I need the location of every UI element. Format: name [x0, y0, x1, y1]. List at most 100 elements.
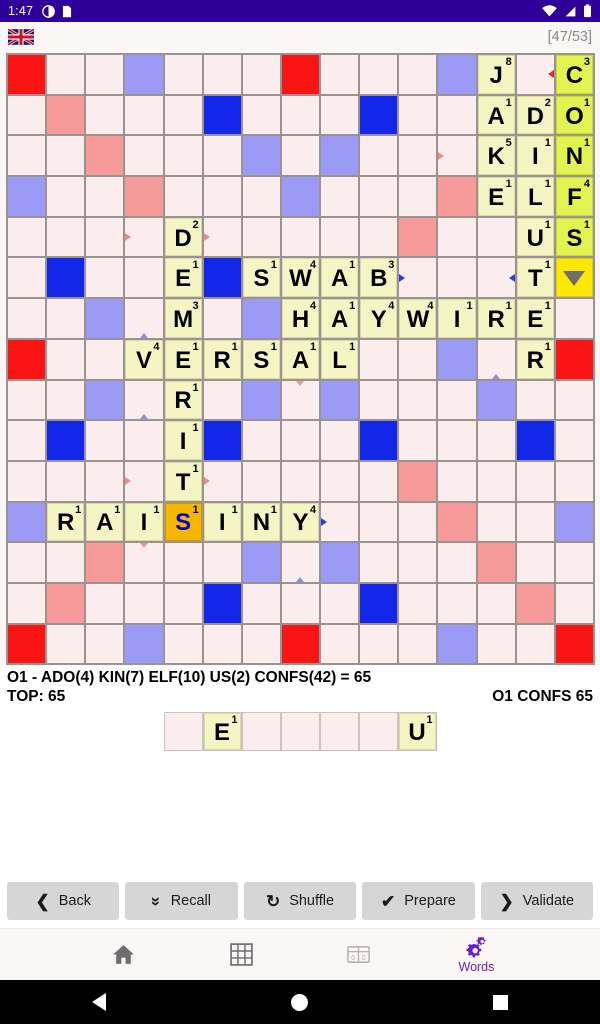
board-cell-r2-c11[interactable]	[399, 95, 437, 135]
board-cell-r2-c1[interactable]	[8, 95, 46, 135]
board-cell-r6-c3[interactable]	[86, 258, 124, 298]
board-cell-r1-c13[interactable]: J8	[477, 55, 515, 94]
board-cell-r9-c7[interactable]	[242, 380, 280, 420]
board-tile[interactable]: V4	[125, 339, 163, 379]
board-cell-r7-c15[interactable]	[555, 299, 593, 338]
board-cell-r7-c9[interactable]: A1	[321, 299, 359, 338]
shuffle-button[interactable]: ↻ Shuffle	[243, 882, 357, 920]
board-cell-r13-c13[interactable]	[477, 543, 515, 582]
board-cell-r1-c5[interactable]	[164, 55, 202, 94]
board-tile[interactable]: R1	[516, 339, 554, 379]
board-cell-r5-c11[interactable]	[399, 217, 437, 257]
board-cell-r10-c5[interactable]: I1	[164, 421, 202, 460]
board-cell-r7-c3[interactable]	[86, 299, 124, 338]
rack-slot-1[interactable]	[164, 712, 202, 750]
board-cell-r12-c2[interactable]: R1	[47, 502, 85, 542]
board-tile[interactable]: A1	[321, 258, 359, 298]
board-cell-r13-c4[interactable]	[125, 543, 163, 582]
recall-button[interactable]: » Recall	[125, 882, 238, 920]
board-cell-r2-c5[interactable]	[164, 95, 202, 135]
board-cell-r12-c1[interactable]	[8, 502, 46, 542]
board-cell-r1-c1[interactable]	[8, 55, 46, 94]
board-tile[interactable]: L1	[516, 177, 554, 216]
board-cell-r13-c8[interactable]	[281, 543, 320, 582]
board-tile[interactable]: C3	[555, 55, 593, 94]
board-tile[interactable]: S1	[555, 217, 593, 257]
board-cell-r10-c7[interactable]	[242, 421, 280, 460]
board-cell-r12-c12[interactable]	[438, 502, 476, 542]
board-cell-r15-c14[interactable]	[516, 624, 554, 664]
board-cell-r8-c12[interactable]	[438, 339, 476, 379]
board-cell-r8-c14[interactable]: R1	[516, 339, 554, 379]
board-cell-r7-c10[interactable]: Y4	[360, 299, 398, 338]
board-cell-r12-c3[interactable]: A1	[86, 502, 124, 542]
board-cell-r1-c15[interactable]: C3	[555, 55, 593, 94]
board-cell-r5-c3[interactable]	[86, 217, 124, 257]
board-cell-r14-c8[interactable]	[281, 583, 320, 623]
board-cell-r2-c14[interactable]: D2	[516, 95, 554, 135]
board-cell-r15-c11[interactable]	[399, 624, 437, 664]
board-cell-r3-c10[interactable]	[360, 136, 398, 176]
board-cell-r10-c1[interactable]	[8, 421, 46, 460]
board-cell-r1-c7[interactable]	[242, 55, 280, 94]
board-cell-r10-c13[interactable]	[477, 421, 515, 460]
board-cell-r14-c14[interactable]	[516, 583, 554, 623]
nav-item-counter[interactable]: 0 0	[300, 942, 418, 968]
board-cell-r7-c12[interactable]: I1	[438, 299, 476, 338]
board-cell-r14-c9[interactable]	[321, 583, 359, 623]
board-cell-r2-c13[interactable]: A1	[477, 95, 515, 135]
board-cell-r15-c9[interactable]	[321, 624, 359, 664]
board-cell-r1-c4[interactable]	[125, 55, 163, 94]
board-cell-r10-c15[interactable]	[555, 421, 593, 460]
board-cell-r12-c11[interactable]	[399, 502, 437, 542]
board-tile[interactable]: E1	[164, 258, 202, 298]
board-cell-r6-c1[interactable]	[8, 258, 46, 298]
scrabble-board[interactable]: J8C3A1D2O1K5I1N1E1L1F4D2U1S1E1S1W4A1B3T1…	[6, 53, 595, 666]
board-cell-r1-c9[interactable]	[321, 55, 359, 94]
board-tile[interactable]: I1	[125, 502, 163, 542]
board-cell-r3-c1[interactable]	[8, 136, 46, 176]
board-cell-r4-c9[interactable]	[321, 177, 359, 216]
board-tile[interactable]: A1	[281, 339, 320, 379]
rack-slot-7[interactable]: U1	[398, 712, 436, 750]
board-cell-r7-c14[interactable]: E1	[516, 299, 554, 338]
home-circle-icon[interactable]	[290, 993, 308, 1011]
board-cell-r11-c7[interactable]	[242, 461, 280, 501]
board-tile[interactable]: J8	[477, 55, 515, 94]
board-cell-r9-c9[interactable]	[321, 380, 359, 420]
board-cell-r7-c4[interactable]	[125, 299, 163, 338]
board-cell-r12-c8[interactable]: Y4	[281, 502, 320, 542]
board-cell-r3-c15[interactable]: N1	[555, 136, 593, 176]
board-cell-r12-c15[interactable]	[555, 502, 593, 542]
board-tile[interactable]: E1	[477, 177, 515, 216]
board-tile[interactable]: A1	[321, 299, 359, 338]
board-cell-r10-c14[interactable]	[516, 421, 554, 460]
board-tile[interactable]: R1	[477, 299, 515, 338]
board-tile[interactable]: D2	[164, 217, 202, 257]
board-cell-r2-c12[interactable]	[438, 95, 476, 135]
board-cell-r8-c15[interactable]	[555, 339, 593, 379]
board-cell-r9-c15[interactable]	[555, 380, 593, 420]
board-cell-r10-c11[interactable]	[399, 421, 437, 460]
board-cell-r11-c9[interactable]	[321, 461, 359, 501]
board-cell-r12-c10[interactable]	[360, 502, 398, 542]
board-cell-r6-c12[interactable]	[438, 258, 476, 298]
board-cell-r13-c15[interactable]	[555, 543, 593, 582]
board-cell-r13-c14[interactable]	[516, 543, 554, 582]
board-cell-r13-c11[interactable]	[399, 543, 437, 582]
board-cell-r4-c15[interactable]: F4	[555, 177, 593, 216]
board-cell-r2-c6[interactable]	[203, 95, 241, 135]
rack-slot-5[interactable]	[320, 712, 358, 750]
board-tile[interactable]: Y4	[360, 299, 398, 338]
board-cell-r9-c6[interactable]	[203, 380, 241, 420]
board-cell-r14-c7[interactable]	[242, 583, 280, 623]
board-cell-r13-c3[interactable]	[86, 543, 124, 582]
board-tile[interactable]: W4	[399, 299, 437, 338]
board-cell-r4-c11[interactable]	[399, 177, 437, 216]
board-cell-r4-c13[interactable]: E1	[477, 177, 515, 216]
board-cell-r4-c8[interactable]	[281, 177, 320, 216]
board-cell-r3-c7[interactable]	[242, 136, 280, 176]
rack-slot-2[interactable]: E1	[203, 712, 241, 750]
board-cell-r6-c9[interactable]: A1	[321, 258, 359, 298]
board-cell-r13-c1[interactable]	[8, 543, 46, 582]
